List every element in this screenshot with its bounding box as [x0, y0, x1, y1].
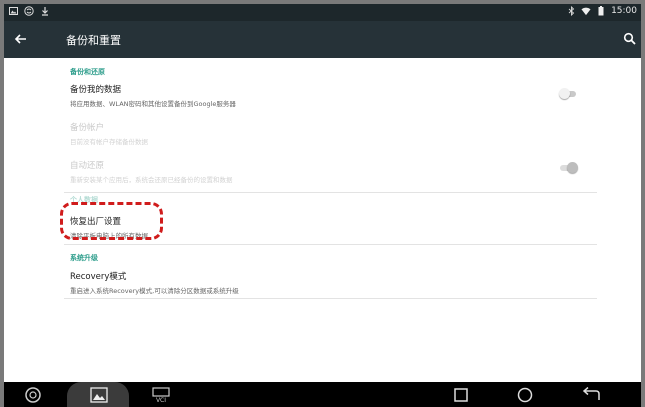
section-divider: [64, 298, 597, 299]
vci-icon[interactable]: VCI: [150, 386, 172, 404]
section-divider: [64, 192, 597, 193]
backup-data-toggle[interactable]: [559, 87, 577, 101]
item-subtitle: 将应用数据、WLAN密码和其他设置备份到Google服务器: [70, 100, 236, 108]
auto-restore-toggle: [559, 161, 578, 175]
toggle-thumb: [567, 162, 578, 173]
gallery-icon[interactable]: [88, 386, 110, 404]
backup-my-data-item[interactable]: 备份我的数据 将应用数据、WLAN密码和其他设置备份到Google服务器: [70, 83, 597, 108]
settings-list: 备份和还原 备份我的数据 将应用数据、WLAN密码和其他设置备份到Google服…: [4, 58, 641, 382]
item-title: 备份我的数据: [70, 85, 122, 95]
item-title: Recovery模式: [70, 272, 127, 282]
navigation-bar: VCI: [4, 382, 641, 407]
recovery-mode-item[interactable]: Recovery模式 重启进入系统Recovery模式,可以清除分区数据或系统升…: [70, 270, 597, 295]
search-icon[interactable]: [623, 31, 637, 45]
item-subtitle: 重启进入系统Recovery模式,可以清除分区数据或系统升级: [70, 287, 239, 295]
app-notification-icon: [24, 6, 34, 16]
status-time: 15:00: [611, 6, 637, 16]
home-icon[interactable]: [514, 386, 536, 404]
wifi-icon: [581, 6, 591, 16]
download-icon: [40, 6, 50, 16]
item-subtitle: 目前没有帐户存储备份数据: [70, 138, 148, 146]
section-header-system: 系统升级: [70, 254, 98, 262]
battery-icon: [596, 6, 606, 16]
page-title: 备份和重置: [66, 34, 121, 47]
vci-label: VCI: [155, 396, 167, 404]
section-header-backup: 备份和还原: [70, 68, 105, 76]
auto-restore-item: 自动还原 重新安装某个应用后，系统会还原已经备份的设置和数据: [70, 159, 597, 184]
recent-apps-icon[interactable]: [450, 386, 472, 404]
toggle-thumb: [559, 88, 570, 99]
item-title: 备份帐户: [70, 123, 105, 133]
item-subtitle: 重新安装某个应用后，系统会还原已经备份的设置和数据: [70, 176, 233, 184]
bluetooth-icon: [566, 6, 576, 16]
highlight-annotation: [60, 202, 163, 240]
backup-account-item: 备份帐户 目前没有帐户存储备份数据: [70, 121, 597, 146]
section-divider: [64, 244, 597, 245]
device-screen: 15:00 备份和重置 备份和还原 备份我的数据 将应用数据、WLAN密码和其他…: [4, 4, 641, 407]
back-arrow-icon[interactable]: [12, 30, 30, 48]
browser-icon[interactable]: [22, 386, 44, 404]
image-notification-icon: [8, 6, 18, 16]
status-bar: 15:00: [4, 4, 641, 21]
item-title: 自动还原: [70, 161, 105, 171]
back-icon[interactable]: [579, 386, 603, 404]
app-bar: 备份和重置: [4, 21, 641, 58]
